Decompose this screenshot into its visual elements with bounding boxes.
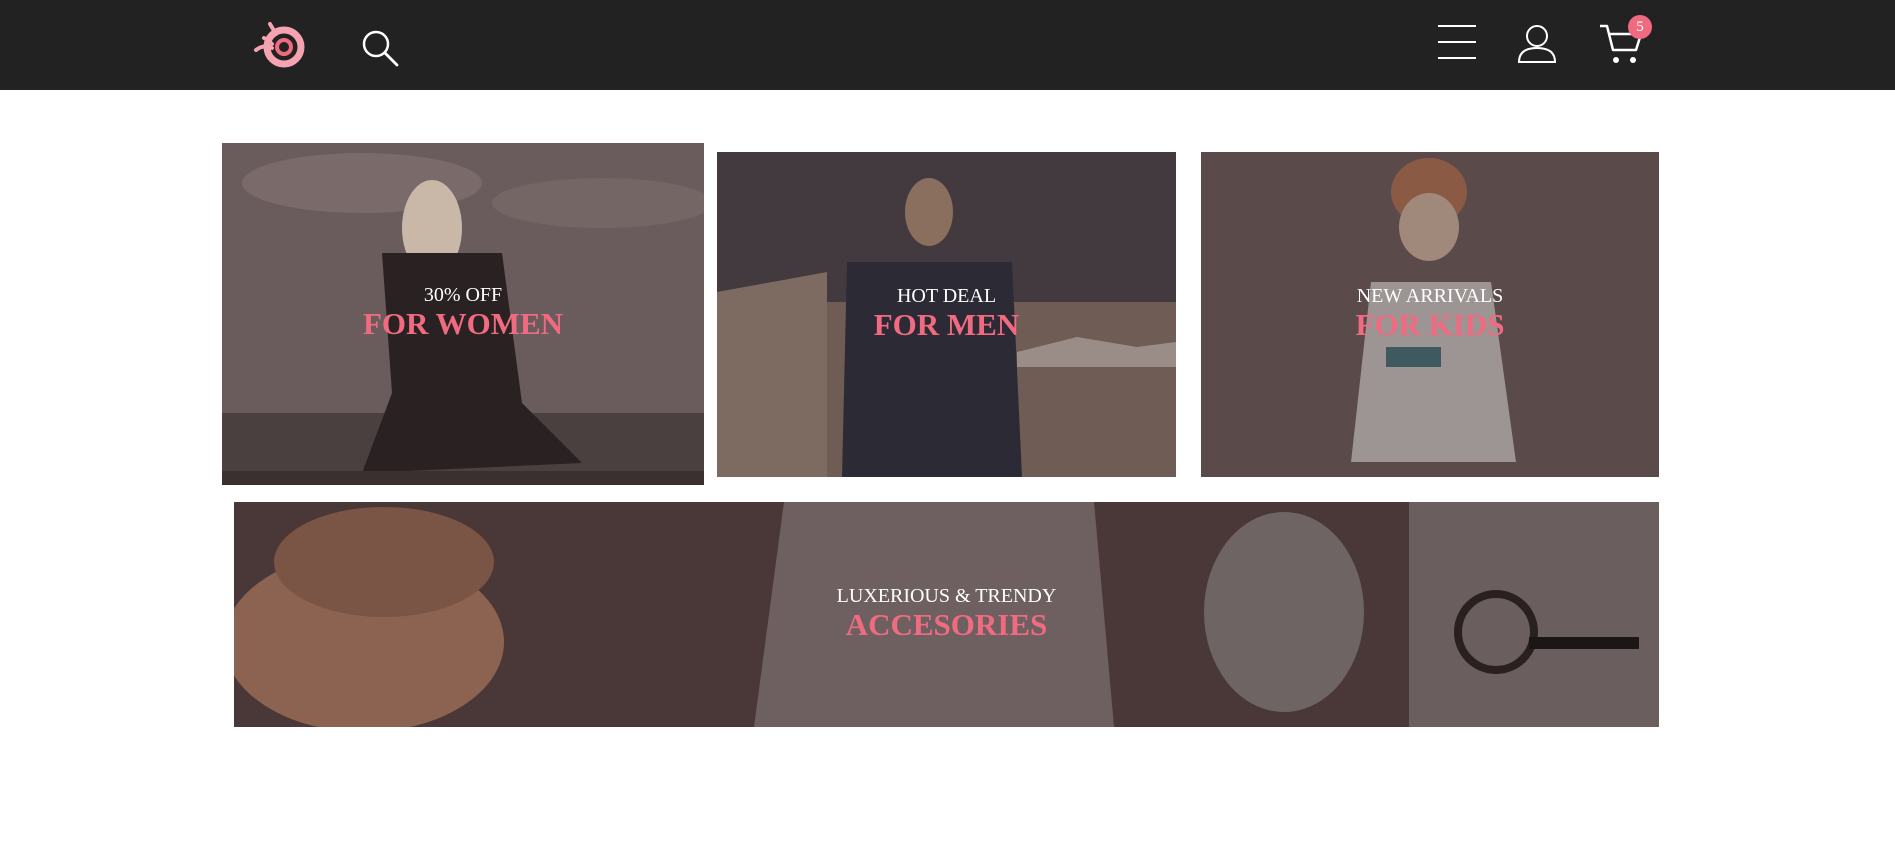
men-caption: HOT DEAL FOR MEN bbox=[717, 284, 1176, 342]
user-icon[interactable] bbox=[1516, 22, 1558, 64]
accessories-title: ACCESORIES bbox=[845, 607, 1048, 642]
kids-title: FOR KIDS bbox=[1355, 307, 1505, 342]
banner-men[interactable]: HOT DEAL FOR MEN bbox=[717, 152, 1176, 477]
accessories-subtitle: LUXERIOUS & TRENDY bbox=[836, 585, 1057, 607]
men-title: FOR MEN bbox=[873, 307, 1020, 342]
men-subtitle: HOT DEAL bbox=[896, 285, 997, 307]
banner-kids[interactable]: NEW ARRIVALS FOR KIDS bbox=[1201, 152, 1659, 477]
logo-icon[interactable] bbox=[250, 18, 310, 72]
menu-icon[interactable] bbox=[1436, 22, 1478, 62]
accessories-caption: LUXERIOUS & TRENDY ACCESORIES bbox=[234, 584, 1659, 642]
kids-caption: NEW ARRIVALS FOR KIDS bbox=[1201, 284, 1659, 342]
women-title: FOR WOMEN bbox=[362, 306, 564, 341]
cart-count-badge: 5 bbox=[1628, 15, 1652, 39]
women-caption: 30% OFF FOR WOMEN bbox=[222, 283, 704, 341]
banner-women[interactable]: 30% OFF FOR WOMEN bbox=[222, 143, 704, 485]
top-navigation-bar: 5 bbox=[0, 0, 1895, 90]
banner-accessories[interactable]: LUXERIOUS & TRENDY ACCESORIES bbox=[234, 502, 1659, 727]
kids-subtitle: NEW ARRIVALS bbox=[1356, 285, 1504, 307]
search-icon[interactable] bbox=[360, 28, 400, 68]
women-subtitle: 30% OFF bbox=[423, 284, 503, 306]
